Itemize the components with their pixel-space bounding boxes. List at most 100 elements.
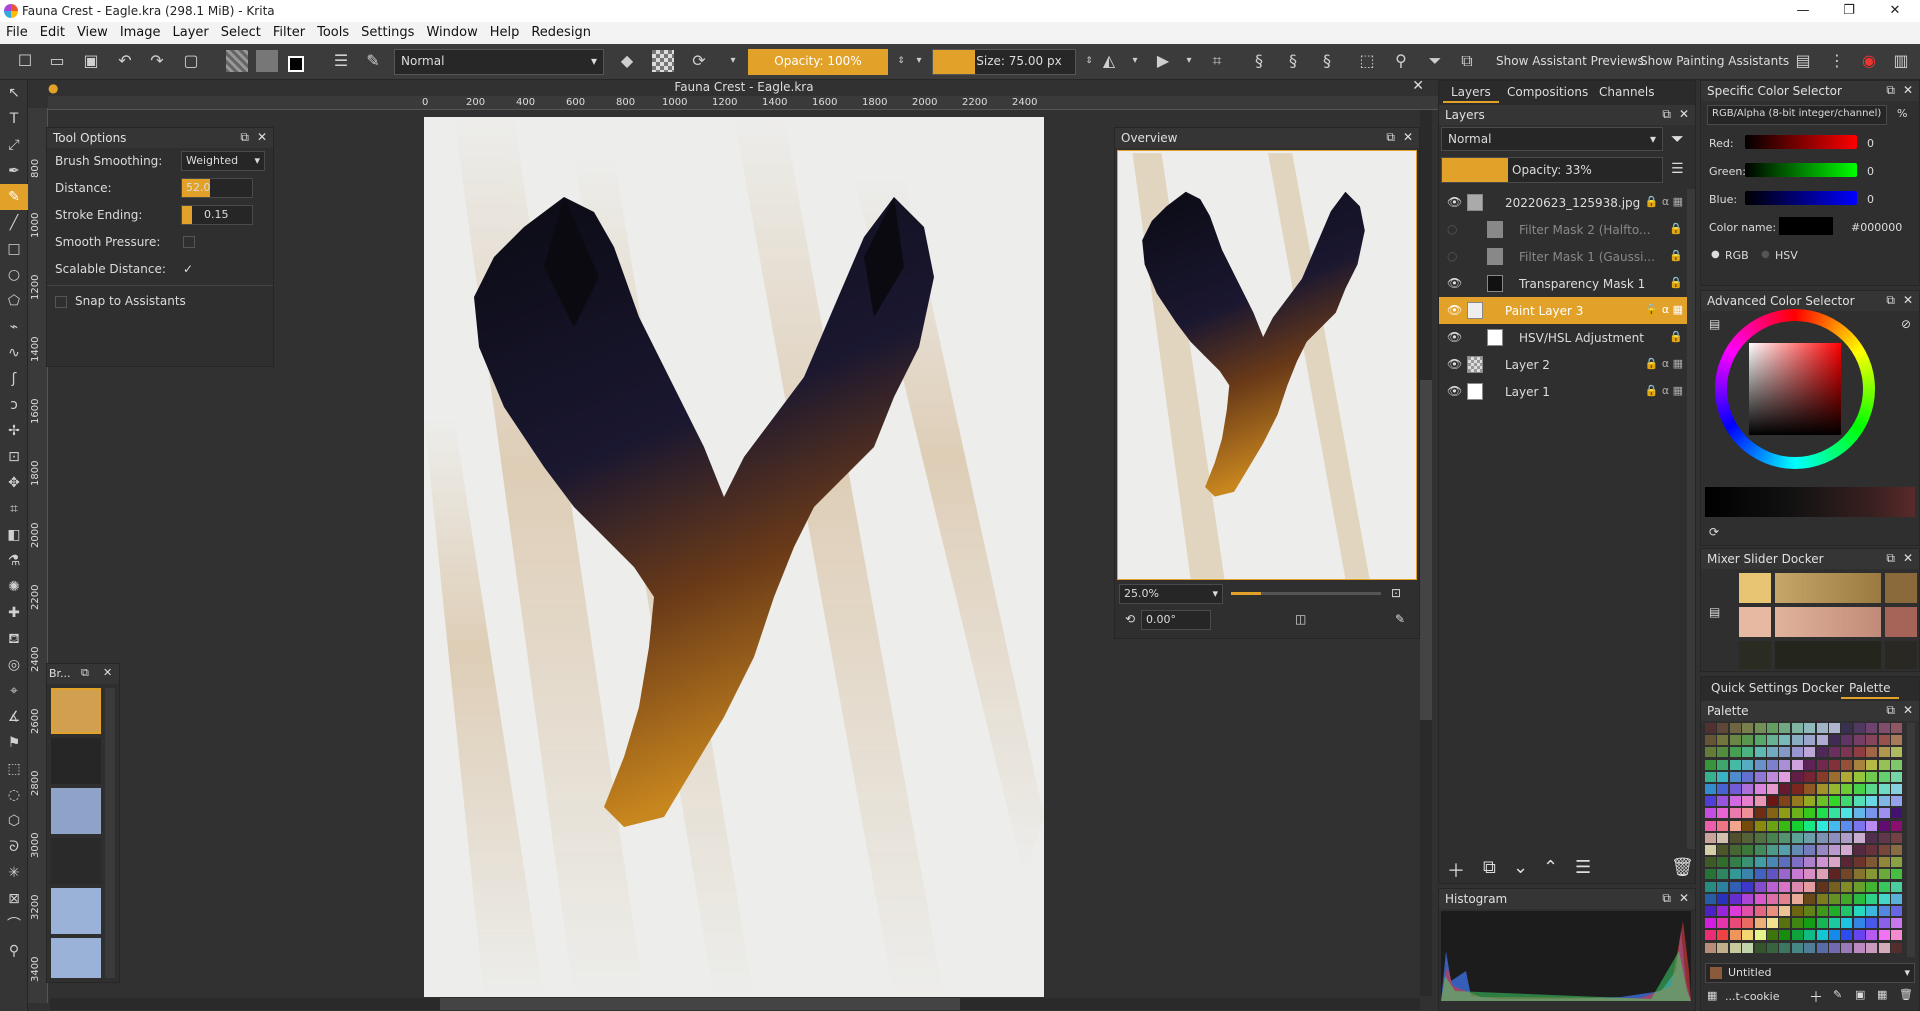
palette-swatch[interactable]	[1791, 808, 1803, 819]
brush-preset-5[interactable]	[51, 888, 101, 934]
layer-menu-icon[interactable]: ☰	[1671, 161, 1684, 177]
save-icon[interactable]: ▣	[80, 50, 102, 72]
palette-swatch[interactable]	[1767, 906, 1778, 916]
mirror-view-icon[interactable]: ◫	[1295, 612, 1306, 626]
palette-swatch[interactable]	[1705, 930, 1716, 941]
ellipse-tool-icon[interactable]: ○	[0, 262, 28, 288]
palette-swatch[interactable]	[1717, 881, 1729, 892]
snap-checkbox[interactable]	[55, 296, 67, 308]
palette-swatch[interactable]	[1717, 893, 1729, 904]
palette-layout-icon[interactable]: ▦	[1877, 988, 1887, 1001]
color-picker-tool-icon[interactable]: ⚗	[0, 548, 28, 574]
close-icon[interactable]: ✕	[1903, 703, 1913, 717]
mixer-swatch[interactable]	[1739, 573, 1771, 603]
palette-swatch[interactable]	[1829, 808, 1840, 819]
palette-swatch[interactable]	[1742, 857, 1754, 868]
float-icon[interactable]: ⧉	[1662, 891, 1671, 906]
brush-preset-6[interactable]	[51, 938, 101, 978]
palette-swatch[interactable]	[1804, 747, 1816, 758]
palette-swatch[interactable]	[1853, 832, 1865, 843]
palette-swatch[interactable]	[1853, 869, 1865, 880]
palette-swatch[interactable]	[1841, 893, 1853, 904]
palette-swatch[interactable]	[1705, 723, 1716, 733]
blue-slider[interactable]	[1745, 191, 1857, 205]
edit-shapes-tool-icon[interactable]: ⤢	[0, 132, 28, 158]
palette-swatch[interactable]	[1804, 869, 1816, 880]
rect-select-tool-icon[interactable]: ⬚	[0, 756, 28, 782]
palette-swatch[interactable]	[1767, 771, 1778, 782]
palette-swatch[interactable]	[1878, 893, 1890, 904]
palette-swatch[interactable]	[1779, 918, 1791, 929]
palette-swatch[interactable]	[1779, 820, 1791, 831]
delete-swatch-icon[interactable]: 🗑	[1899, 988, 1913, 1001]
palette-swatch[interactable]	[1804, 906, 1816, 916]
palette-grid[interactable]	[1705, 723, 1905, 957]
palette-swatch[interactable]	[1816, 857, 1828, 868]
palette-swatch[interactable]	[1853, 759, 1865, 770]
palette-swatch[interactable]	[1791, 832, 1803, 843]
palette-swatch[interactable]	[1779, 832, 1791, 843]
palette-swatch[interactable]	[1742, 893, 1754, 904]
tab-channels[interactable]: Channels	[1591, 81, 1663, 103]
zoom-select[interactable]: 25.0% ▾	[1119, 584, 1223, 604]
palette-swatch[interactable]	[1891, 881, 1902, 892]
saturation-value-square[interactable]	[1749, 343, 1841, 435]
palette-swatch[interactable]	[1767, 942, 1778, 953]
move-layer-up-icon[interactable]: ⌃	[1543, 857, 1558, 878]
palette-swatch[interactable]	[1791, 893, 1803, 904]
palette-swatch[interactable]	[1742, 735, 1754, 746]
palette-swatch[interactable]	[1767, 784, 1778, 794]
tab-quick-settings[interactable]: Quick Settings Docker	[1703, 677, 1852, 699]
palette-swatch[interactable]	[1878, 723, 1890, 733]
canvas-document[interactable]	[424, 117, 1044, 997]
visibility-eye-icon[interactable]: 👁	[1447, 303, 1462, 317]
float-icon[interactable]: ⧉	[1886, 83, 1895, 98]
palette-swatch[interactable]	[1754, 784, 1766, 794]
palette-swatch[interactable]	[1816, 808, 1828, 819]
float-icon[interactable]: ⧉	[81, 666, 89, 680]
palette-swatch[interactable]	[1804, 918, 1816, 929]
palette-swatch[interactable]	[1791, 942, 1803, 953]
layer-row[interactable]: 👁 Layer 2 🔒 α ▦	[1439, 351, 1695, 378]
palette-swatch[interactable]	[1841, 857, 1853, 868]
palette-swatch[interactable]	[1717, 759, 1729, 770]
layer-lock-icon[interactable]: 🔒 α ▦	[1645, 357, 1683, 370]
palette-swatch[interactable]	[1742, 869, 1754, 880]
palette-swatch[interactable]	[1791, 869, 1803, 880]
close-icon[interactable]: ✕	[103, 666, 112, 679]
dropdown-arrow-icon-3[interactable]: ▾	[1124, 50, 1146, 72]
palette-swatch[interactable]	[1853, 820, 1865, 831]
palette-swatch[interactable]	[1717, 735, 1729, 746]
layer-lock-icon[interactable]: 🔒	[1669, 222, 1683, 235]
stabilizer-icon[interactable]: §	[1282, 50, 1304, 72]
palette-swatch[interactable]	[1791, 747, 1803, 758]
palette-swatch[interactable]	[1816, 942, 1828, 953]
mirror-horizontal-icon[interactable]: ◭	[1098, 50, 1120, 72]
palette-swatch[interactable]	[1742, 723, 1754, 733]
tab-layers[interactable]: Layers	[1443, 81, 1499, 103]
mixer-swatch[interactable]	[1739, 607, 1771, 637]
palette-swatch[interactable]	[1804, 881, 1816, 892]
palette-swatch[interactable]	[1804, 832, 1816, 843]
palette-swatch[interactable]	[1779, 893, 1791, 904]
palette-swatch[interactable]	[1891, 893, 1902, 904]
palette-swatch[interactable]	[1866, 881, 1878, 892]
select-icon[interactable]: ⬚	[1356, 50, 1378, 72]
smart-patch-tool-icon[interactable]: ✚	[0, 600, 28, 626]
layer-lock-icon[interactable]: 🔒 α ▦	[1645, 195, 1683, 208]
bezier-tool-icon[interactable]: ∿	[0, 340, 28, 366]
palette-swatch[interactable]	[1841, 808, 1853, 819]
float-icon[interactable]: ⧉	[1886, 551, 1895, 566]
layer-row[interactable]: 👁 Layer 1 🔒 α ▦	[1439, 378, 1695, 405]
palette-swatch[interactable]	[1891, 747, 1902, 758]
palette-swatch[interactable]	[1841, 723, 1853, 733]
palette-swatch[interactable]	[1705, 881, 1716, 892]
green-value[interactable]: 0	[1867, 165, 1874, 178]
color-model-select[interactable]: RGB/Alpha (8-bit integer/channel)	[1707, 105, 1887, 125]
palette-swatch[interactable]	[1891, 832, 1902, 843]
brush-preset-2[interactable]	[51, 738, 101, 784]
palette-swatch[interactable]	[1705, 747, 1716, 758]
palette-swatch[interactable]	[1853, 723, 1865, 733]
palette-swatch[interactable]	[1853, 930, 1865, 941]
palette-swatch[interactable]	[1816, 918, 1828, 929]
